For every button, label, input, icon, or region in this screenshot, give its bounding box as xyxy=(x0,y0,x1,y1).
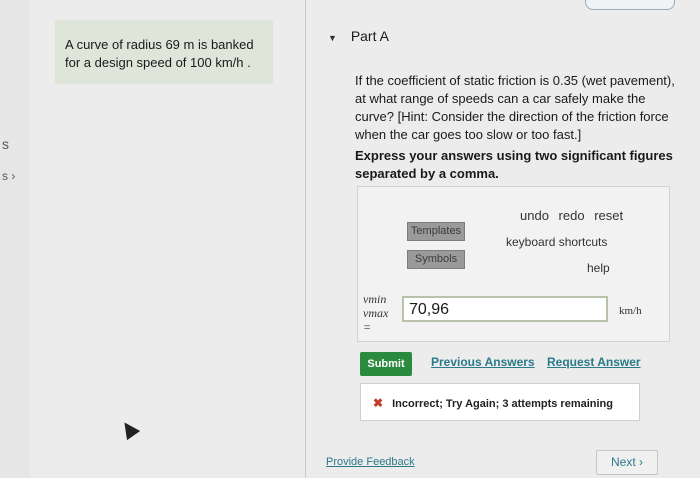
part-title: Part A xyxy=(350,28,389,44)
provide-feedback-link[interactable]: Provide Feedback xyxy=(326,456,415,468)
instruction-line: separated by a comma. xyxy=(355,166,499,181)
feedback-text: Incorrect; Try Again; 3 attempts remaini… xyxy=(392,398,613,410)
part-header[interactable]: ▼ Part A xyxy=(328,28,389,44)
sidebar-nav-fragment[interactable]: s › xyxy=(2,169,15,183)
undo-button[interactable]: undo xyxy=(520,208,549,223)
instruction-line: Express your answers using two significa… xyxy=(355,148,673,163)
problem-line: A curve of radius 69 m is banked xyxy=(65,37,254,52)
next-button[interactable]: Next › xyxy=(596,450,658,475)
top-partial-button[interactable] xyxy=(585,0,675,10)
help-link[interactable]: help xyxy=(587,261,610,275)
error-x-icon: ✖ xyxy=(373,396,384,410)
question-line: curve? [Hint: Consider the direction of … xyxy=(355,109,669,124)
vmin-label: vmin xyxy=(363,292,387,306)
left-sidebar-edge xyxy=(0,0,30,478)
sidebar-fragment-text: s xyxy=(2,136,9,152)
previous-answers-link[interactable]: Previous Answers xyxy=(431,355,535,369)
symbols-button[interactable]: Symbols xyxy=(407,250,465,269)
request-answer-link[interactable]: Request Answer xyxy=(547,355,641,369)
answer-instructions: Express your answers using two significa… xyxy=(355,147,685,183)
equals-sign: = xyxy=(363,320,372,334)
edit-toolbar: undo redo reset xyxy=(520,208,629,223)
question-text: If the coefficient of static friction is… xyxy=(355,72,685,144)
collapse-arrow-icon[interactable]: ▼ xyxy=(328,33,337,43)
variable-labels: vmin vmax = xyxy=(363,292,388,334)
reset-button[interactable]: reset xyxy=(594,208,623,223)
redo-button[interactable]: redo xyxy=(559,208,585,223)
feedback-message: ✖ Incorrect; Try Again; 3 attempts remai… xyxy=(360,383,640,421)
column-divider xyxy=(305,0,306,478)
vmax-label: vmax xyxy=(363,306,389,320)
question-line: when the car goes too slow or too fast.] xyxy=(355,127,582,142)
unit-label: km/h xyxy=(619,305,642,317)
answer-input[interactable]: 70,96 xyxy=(402,296,608,322)
question-line: If the coefficient of static friction is… xyxy=(355,73,675,88)
keyboard-shortcuts-link[interactable]: keyboard shortcuts xyxy=(506,235,607,249)
submit-button[interactable]: Submit xyxy=(360,352,412,376)
question-line: at what range of speeds can a car safely… xyxy=(355,91,646,106)
problem-line: for a design speed of 100 km/h . xyxy=(65,55,251,70)
templates-button[interactable]: Templates xyxy=(407,222,465,241)
problem-statement: A curve of radius 69 m is banked for a d… xyxy=(55,20,273,84)
mouse-cursor-icon xyxy=(117,417,141,441)
